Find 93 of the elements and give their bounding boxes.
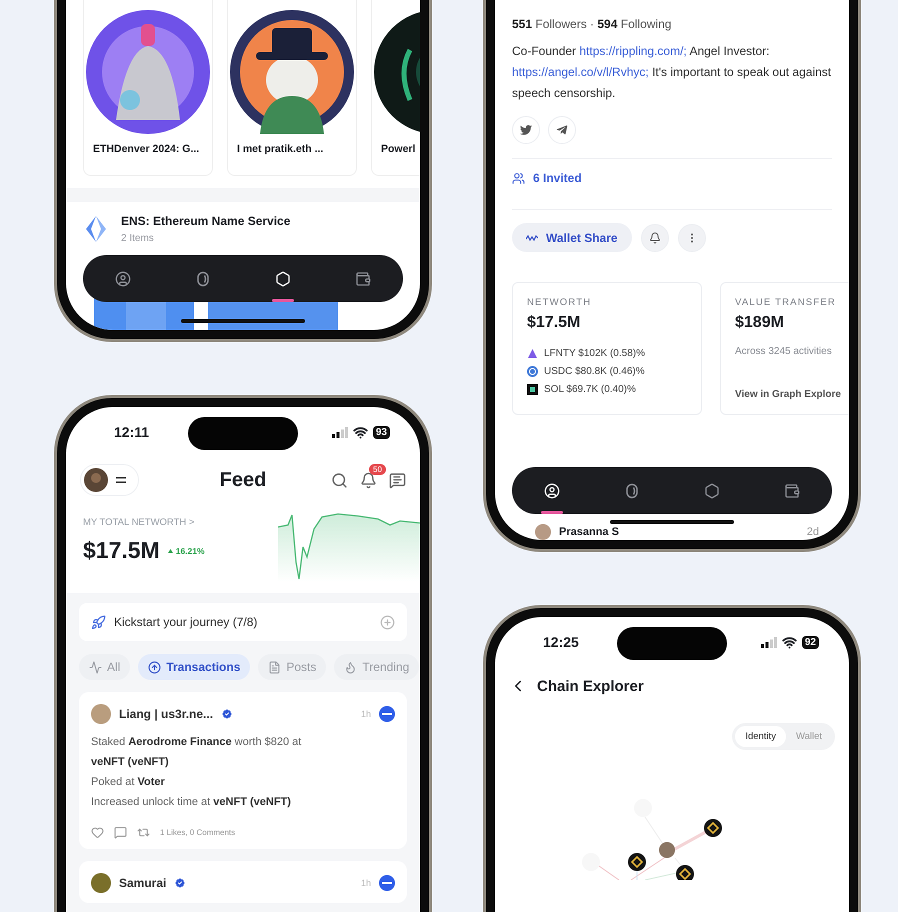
card-label: NETWORTH — [527, 297, 592, 308]
avatar — [535, 524, 551, 540]
battery-level: 92 — [802, 636, 819, 648]
wave-icon — [526, 234, 538, 242]
page-title: Chain Explorer — [537, 678, 644, 694]
bio-text: Co-Founder https://rippling.com/; Angel Investor: https://angel.co/v/l/Rvhyc; It's important to speak out against speech censorship. — [512, 43, 832, 102]
nft-title: ETHDenver 2024: G... — [92, 143, 200, 155]
filter-chip[interactable]: Transactions — [138, 654, 250, 680]
arrow-up-icon — [148, 660, 162, 674]
hexagon-icon — [704, 482, 720, 498]
verified-icon — [221, 708, 234, 720]
hexagon-icon — [275, 270, 291, 286]
invited-link[interactable]: 6 Invited — [512, 159, 832, 197]
search-icon[interactable] — [331, 472, 348, 488]
signal-icon — [332, 426, 348, 438]
card-label: VALUE TRANSFER — [735, 297, 837, 308]
plus-icon — [380, 614, 395, 630]
avatar — [84, 468, 108, 492]
avatar — [91, 704, 111, 724]
card-value: $189M — [735, 314, 785, 332]
wallet-share-button[interactable]: Wallet Share — [512, 223, 632, 252]
token-icon — [527, 348, 538, 359]
follower-stats: 551 Followers · 594 Following — [512, 17, 672, 31]
coin-icon — [195, 270, 211, 286]
kickstart-banner[interactable]: Kickstart your journey (7/8) — [79, 603, 407, 641]
author-name: Prasanna S — [559, 526, 619, 538]
activity-text: Poked at Voter — [91, 776, 166, 788]
social-button[interactable] — [512, 116, 540, 144]
token-icon — [379, 875, 395, 891]
nft-title: Powerl — [380, 143, 416, 155]
diamond-icon — [83, 215, 109, 243]
post-time: 2d — [806, 526, 819, 538]
nft-title: I met pratik.eth ... — [236, 143, 324, 155]
activity-note: Across 3245 activities — [735, 346, 833, 357]
wifi-icon — [352, 424, 368, 440]
invited-count: 6 Invited — [533, 171, 582, 185]
author-name: Liang | us3r.ne... — [119, 707, 214, 721]
mode-tab[interactable]: Identity — [735, 726, 786, 747]
item-count: 2 Items — [121, 233, 155, 244]
card-value: $17.5M — [527, 314, 582, 332]
token-icon — [527, 366, 538, 377]
wifi-icon — [782, 634, 797, 650]
token-icon — [379, 706, 395, 722]
post-time: 1h — [360, 878, 371, 888]
verified-icon — [174, 877, 186, 889]
wallet-icon — [784, 482, 800, 498]
rocket-icon — [91, 614, 106, 630]
user-icon — [544, 482, 560, 498]
paper-plane-icon — [556, 124, 568, 136]
people-icon — [512, 172, 525, 184]
avatar — [91, 873, 111, 893]
signal-icon — [760, 636, 777, 648]
flame-icon — [344, 660, 358, 674]
holding-text: USDC $80.8K (0.46)% — [544, 366, 645, 377]
bio-link[interactable]: https://angel.co/v/l/Rvhyc; — [512, 65, 649, 79]
activity-text: veNFT (veNFT) — [91, 756, 170, 768]
social-button[interactable] — [548, 116, 576, 144]
comment-icon[interactable] — [114, 826, 127, 839]
document-icon — [268, 660, 282, 674]
user-icon — [115, 270, 131, 286]
bell-icon[interactable] — [360, 472, 377, 488]
battery-level: 93 — [372, 426, 390, 438]
repost-icon[interactable] — [137, 826, 150, 839]
notification-count: 50 — [369, 464, 386, 474]
status-time: 12:25 — [543, 634, 579, 650]
menu-icon — [116, 477, 126, 483]
graph-explorer-link[interactable]: View in Graph Explore — [735, 389, 849, 400]
nft-card[interactable]: I met pratik.eth ... — [227, 0, 357, 176]
token-icon — [527, 384, 538, 395]
page-title: Feed — [220, 468, 266, 492]
profile-menu-button[interactable] — [80, 464, 139, 496]
message-icon[interactable] — [389, 472, 406, 488]
networth-change: 16.21% — [168, 546, 205, 556]
holding-text: SOL $69.7K (0.40)% — [544, 384, 636, 395]
pulse-icon — [89, 660, 102, 674]
bio-link[interactable]: https://rippling.com/; — [579, 44, 687, 58]
activity-text: Staked Aerodrome Finance worth $820 at — [91, 736, 302, 748]
author-name: Samurai — [119, 876, 166, 890]
nft-card[interactable]: ETHDenver 2024: G... — [83, 0, 213, 176]
coin-icon — [624, 482, 640, 498]
holding-text: LFNTY $102K (0.58)% — [544, 348, 645, 359]
collection-name: ENS: Ethereum Name Service — [121, 214, 290, 228]
bird-icon — [520, 124, 532, 136]
bell-button[interactable] — [640, 224, 669, 252]
networth-value: $17.5M — [83, 537, 160, 564]
post-time: 1h — [360, 709, 371, 719]
wallet-icon — [355, 270, 371, 286]
status-time: 12:11 — [114, 424, 150, 440]
engagement-count: 1 Likes, 0 Comments — [160, 828, 236, 837]
bell-icon — [648, 232, 661, 244]
up-arrow-icon — [168, 548, 173, 552]
heart-icon[interactable] — [91, 826, 104, 839]
activity-text: Increased unlock time at veNFT (veNFT) — [91, 796, 292, 808]
